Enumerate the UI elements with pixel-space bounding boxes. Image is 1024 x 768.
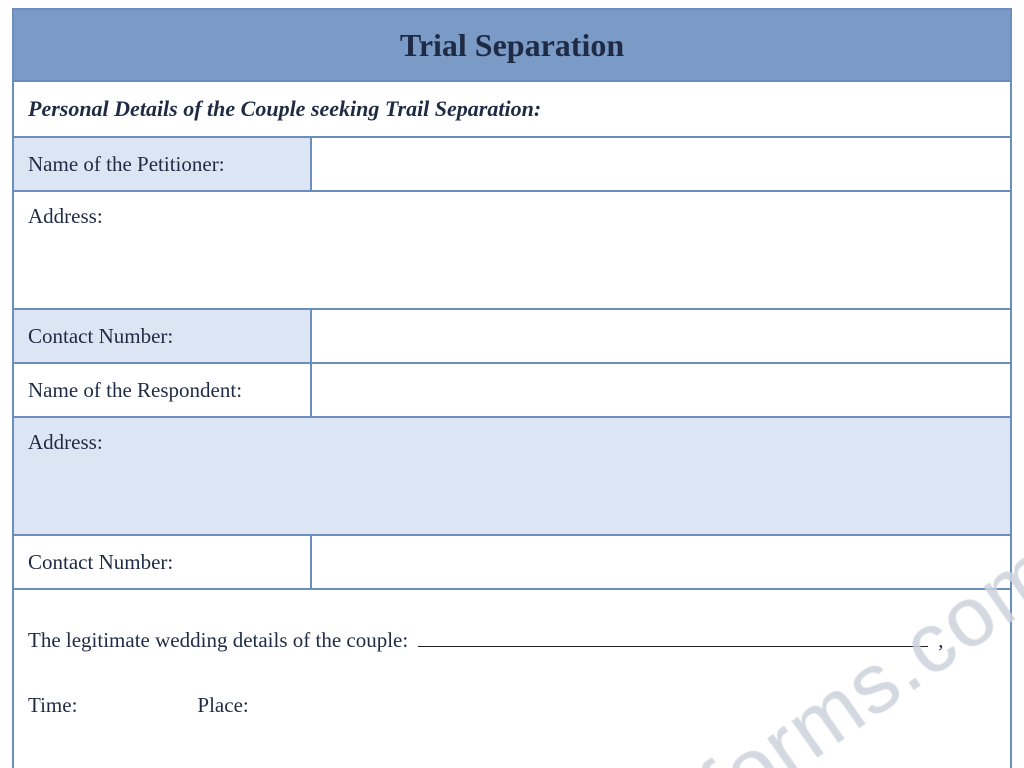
- respondent-contact-input[interactable]: [312, 536, 1010, 588]
- page-root: Trial Separation Personal Details of the…: [0, 0, 1024, 768]
- petitioner-name-input[interactable]: [312, 138, 1010, 190]
- respondent-contact-label: Contact Number:: [14, 536, 312, 588]
- petitioner-name-label: Name of the Petitioner:: [14, 138, 312, 190]
- petitioner-name-row: Name of the Petitioner:: [14, 136, 1010, 190]
- wedding-time-place-line: Time: Place:: [28, 693, 996, 718]
- respondent-name-label: Name of the Respondent:: [14, 364, 312, 416]
- wedding-details-row: The legitimate wedding details of the co…: [14, 588, 1010, 768]
- section-heading: Personal Details of the Couple seeking T…: [28, 96, 541, 122]
- wedding-intro-text: The legitimate wedding details of the co…: [28, 628, 408, 653]
- petitioner-contact-row: Contact Number:: [14, 308, 1010, 362]
- form-title: Trial Separation: [400, 27, 624, 64]
- wedding-place-label: Place:: [197, 693, 248, 718]
- form-title-row: Trial Separation: [14, 8, 1010, 80]
- respondent-address-label: Address:: [28, 430, 103, 455]
- respondent-contact-row: Contact Number:: [14, 534, 1010, 588]
- section-heading-row: Personal Details of the Couple seeking T…: [14, 80, 1010, 136]
- petitioner-contact-input[interactable]: [312, 310, 1010, 362]
- respondent-address-row[interactable]: Address:: [14, 416, 1010, 534]
- wedding-time-label: Time:: [28, 693, 77, 718]
- wedding-intro-line: The legitimate wedding details of the co…: [28, 624, 996, 653]
- respondent-name-input[interactable]: [312, 364, 1010, 416]
- wedding-line-input[interactable]: [418, 624, 928, 647]
- respondent-name-row: Name of the Respondent:: [14, 362, 1010, 416]
- petitioner-address-row[interactable]: Address:: [14, 190, 1010, 308]
- petitioner-contact-label: Contact Number:: [14, 310, 312, 362]
- wedding-trailing-punct: ,: [938, 628, 943, 653]
- petitioner-address-label: Address:: [28, 204, 103, 229]
- trial-separation-form: Trial Separation Personal Details of the…: [12, 8, 1012, 768]
